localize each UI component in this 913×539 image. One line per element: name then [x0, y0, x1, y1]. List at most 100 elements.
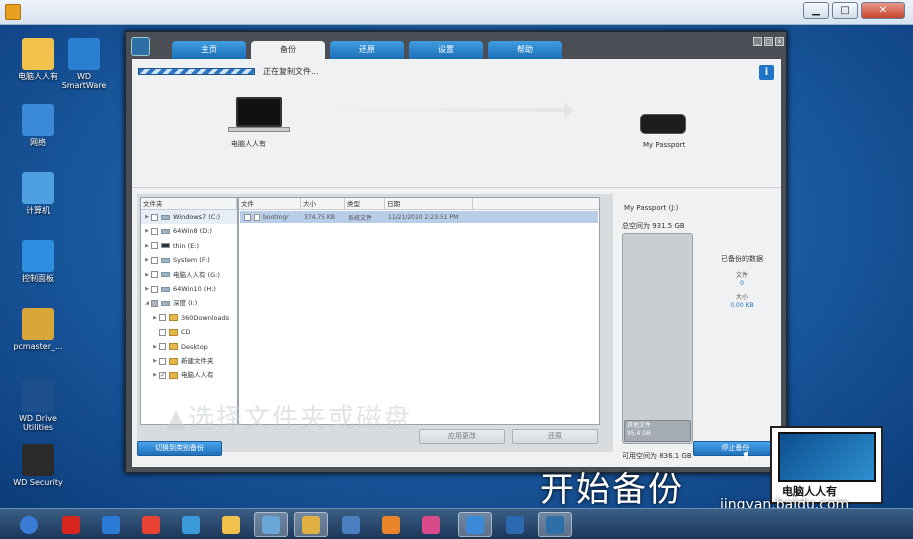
- expand-toggle-icon[interactable]: ▶: [151, 368, 159, 382]
- tree-item[interactable]: ▶ thin (E:): [141, 239, 237, 253]
- laptop-icon: [236, 97, 282, 127]
- desktop-icon[interactable]: pcmaster_...: [8, 308, 68, 351]
- tree-item[interactable]: ▶ Windows7 (C:): [141, 210, 237, 225]
- tree-checkbox[interactable]: [159, 328, 166, 336]
- app-minimize-button[interactable]: _: [753, 37, 762, 46]
- switch-category-backup-button[interactable]: 切换到类别备份: [137, 441, 222, 456]
- wd-security-icon: [22, 444, 54, 476]
- paint-icon[interactable]: [414, 512, 448, 537]
- tree-item[interactable]: CD: [141, 325, 237, 339]
- tree-checkbox[interactable]: ✓: [159, 371, 166, 379]
- tree-item[interactable]: ▶ 新建文件夹: [141, 354, 237, 368]
- start-orb-icon[interactable]: [12, 512, 46, 537]
- desktop-icon[interactable]: WD Security: [8, 444, 68, 487]
- chrome-icon[interactable]: [134, 512, 168, 537]
- desktop-icon[interactable]: 网络: [8, 104, 68, 147]
- network-icon[interactable]: [458, 512, 492, 537]
- app-close-button[interactable]: x: [775, 37, 784, 46]
- explorer-icon[interactable]: [294, 512, 328, 537]
- media-icon[interactable]: [374, 512, 408, 537]
- wd-smartware-icon: [68, 38, 100, 70]
- drive-icon: [161, 272, 170, 278]
- smartware-icon[interactable]: [538, 512, 572, 537]
- jiangmin-antivirus-icon[interactable]: [54, 512, 88, 537]
- tree-item-label: 电脑人人有: [181, 371, 214, 380]
- browser-icon[interactable]: [174, 512, 208, 537]
- computer-icon: [22, 172, 54, 204]
- file-cell: bootmgr: [240, 213, 302, 221]
- tree-checkbox[interactable]: [159, 314, 166, 322]
- tree-checkbox[interactable]: [151, 285, 158, 293]
- drive-icon: [161, 214, 170, 220]
- tree-checkbox[interactable]: [159, 357, 166, 365]
- tree-checkbox[interactable]: [151, 242, 158, 250]
- desktop-icon[interactable]: 计算机: [8, 172, 68, 215]
- minimize-button[interactable]: ▁: [803, 2, 829, 19]
- col-date[interactable]: 日期: [385, 198, 473, 210]
- expand-toggle-icon[interactable]: ▶: [143, 224, 151, 238]
- tree-checkbox[interactable]: [151, 271, 158, 279]
- tree-item-label: 深度 (I:): [173, 299, 198, 308]
- wd-icon[interactable]: [498, 512, 532, 537]
- expand-toggle-icon[interactable]: ▶: [151, 311, 159, 325]
- maximize-button[interactable]: □: [832, 2, 858, 19]
- hd-icon[interactable]: [334, 512, 368, 537]
- tree-item[interactable]: ▶ 64Win8 (D:): [141, 224, 237, 238]
- desktop-icon[interactable]: 控制面板: [8, 240, 68, 283]
- expand-toggle-icon[interactable]: ▶: [143, 268, 151, 282]
- expand-toggle-icon[interactable]: ▶: [143, 239, 151, 253]
- col-type[interactable]: 类型: [345, 198, 385, 210]
- table-row[interactable]: bootmgr 374.75 KB 系统文件 11/21/2010 2:23:5…: [240, 211, 598, 223]
- expand-toggle-icon[interactable]: ◢: [143, 296, 151, 310]
- tree-item[interactable]: ▶ 64Win10 (H:): [141, 282, 237, 296]
- ie-icon[interactable]: [94, 512, 128, 537]
- transfer-arrow-icon: [327, 108, 567, 112]
- app-window-icon: [5, 4, 21, 20]
- wd-drive-utilities-icon: [22, 380, 54, 412]
- browser-icon-glyph: [182, 515, 200, 534]
- tab-4[interactable]: 帮助: [488, 41, 562, 59]
- tree-item[interactable]: ▶ 电脑人人有 (G:): [141, 268, 237, 282]
- tab-3[interactable]: 设置: [409, 41, 483, 59]
- expand-toggle-icon[interactable]: ▶: [151, 354, 159, 368]
- paint-icon-glyph: [422, 515, 440, 534]
- folder-yellow-icon[interactable]: [214, 512, 248, 537]
- tab-0[interactable]: 主页: [172, 41, 246, 59]
- hint-overlay: ▲选择文件夹或磁盘: [166, 404, 412, 434]
- app-restore-button[interactable]: □: [764, 37, 773, 46]
- tab-2[interactable]: 还原: [330, 41, 404, 59]
- drive-name: My Passport: [643, 141, 686, 149]
- tree-checkbox[interactable]: [151, 228, 158, 236]
- tree-item-label: 电脑人人有 (G:): [173, 270, 220, 279]
- expand-toggle-icon[interactable]: ▶: [143, 253, 151, 267]
- divider: [132, 187, 781, 188]
- expand-toggle-icon[interactable]: ▶: [151, 340, 159, 354]
- col-size[interactable]: 大小: [301, 198, 345, 210]
- close-button[interactable]: ✕: [861, 2, 905, 19]
- file-checkbox[interactable]: [244, 213, 251, 221]
- tab-1[interactable]: 备份: [251, 41, 325, 60]
- tree-checkbox[interactable]: [151, 256, 158, 264]
- tree-item-label: Desktop: [181, 342, 208, 351]
- desktop-icon[interactable]: WD SmartWare: [54, 38, 114, 90]
- tree-item[interactable]: ▶ Desktop: [141, 340, 237, 354]
- desktop-icon[interactable]: WD Drive Utilities: [8, 380, 68, 432]
- tree-item[interactable]: ▶ System (F:): [141, 253, 237, 267]
- tree-checkbox[interactable]: [151, 300, 158, 308]
- col-file[interactable]: 文件: [239, 198, 301, 210]
- stop-backup-button[interactable]: 停止备份: [693, 441, 778, 456]
- remote-icon[interactable]: [254, 512, 288, 537]
- expand-toggle-icon[interactable]: ▶: [143, 210, 151, 224]
- apply-changes-button[interactable]: 应用更改: [419, 429, 505, 444]
- tree-item[interactable]: ▶ 360Downloads: [141, 311, 237, 325]
- tree-checkbox[interactable]: [151, 213, 158, 221]
- expand-toggle-icon[interactable]: ▶: [143, 282, 151, 296]
- revert-button[interactable]: 还原: [512, 429, 598, 444]
- tree-item-label: Windows7 (C:): [173, 213, 221, 221]
- tree-checkbox[interactable]: [159, 343, 166, 351]
- tree-item[interactable]: ▶ ✓ 电脑人人有: [141, 368, 237, 382]
- info-icon[interactable]: i: [759, 65, 774, 80]
- tree-item[interactable]: ◢ 深度 (I:): [141, 296, 237, 310]
- drive-icon: [161, 229, 170, 235]
- pc-label: 电脑人人有: [231, 140, 266, 148]
